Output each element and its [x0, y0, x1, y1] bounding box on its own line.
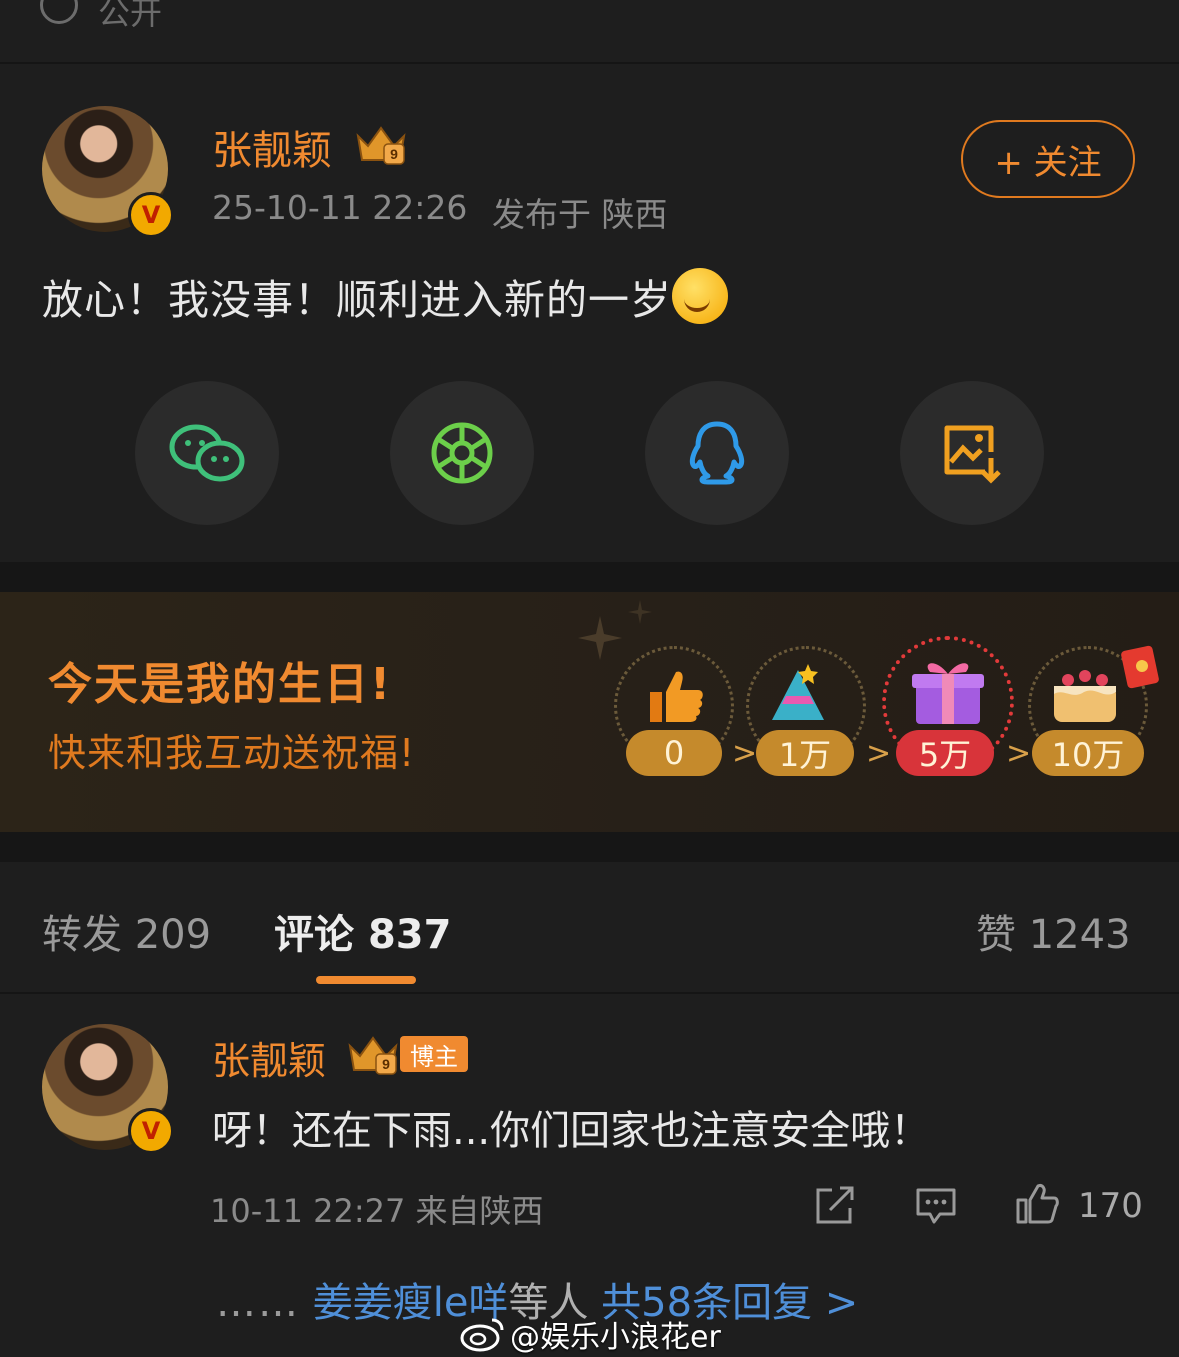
post-author-name[interactable]: 张靓颖 [212, 118, 332, 176]
follow-button[interactable]: + 关注 [961, 120, 1135, 198]
milestone-1-label: 1万 [756, 730, 854, 776]
save-image-icon [944, 425, 1001, 484]
tab-repost-count: 209 [134, 912, 212, 958]
section-divider [0, 562, 1179, 592]
svg-text:9: 9 [390, 146, 398, 162]
comment-like-count: 170 [1078, 1186, 1143, 1226]
milestone-2-label: 5万 [896, 730, 994, 776]
watermark-text: @娱乐小浪花er [510, 1320, 721, 1355]
share-icon[interactable] [814, 1186, 856, 1226]
gift-box-icon [912, 663, 984, 724]
milestone-0-label: 0 [626, 730, 722, 776]
share-wechat-button[interactable] [135, 381, 279, 525]
post-location: 发布于 陕西 [492, 195, 668, 234]
tab-like-count: 1243 [1028, 912, 1131, 958]
comment-text: 呀！还在下雨...你们回家也注意安全哦！ [212, 1108, 931, 1154]
author-badge: 博主 [400, 1036, 468, 1072]
tab-like[interactable]: 赞 1243 [976, 902, 1131, 960]
watermark: @娱乐小浪花er [460, 1312, 721, 1356]
weibo-logo-icon [460, 1318, 504, 1352]
reply-dots: …… [216, 1280, 300, 1326]
post-text: 放心！我没事！顺利进入新的一岁 [42, 266, 728, 326]
cake-icon [1054, 670, 1116, 722]
verified-badge-icon: V [128, 192, 174, 238]
tab-comment[interactable]: 评论 837 [274, 902, 451, 960]
comment-author-name[interactable]: 张靓颖 [212, 1030, 326, 1085]
share-moments-button[interactable] [390, 381, 534, 525]
birthday-title: 今天是我的生日! [48, 659, 393, 710]
crown-level-icon: 9 [356, 126, 406, 165]
red-packet-icon [1121, 645, 1159, 689]
milestone-arrow: > [866, 736, 892, 771]
comment-meta: 10-11 22:27 来自陕西 [210, 1192, 544, 1230]
tab-repost-label: 转发 [42, 912, 122, 958]
milestone-3-label: 10万 [1032, 730, 1144, 776]
post-text-content: 放心！我没事！顺利进入新的一岁 [42, 276, 672, 324]
milestone-arrow: > [1006, 736, 1032, 771]
tab-bar-divider [0, 992, 1179, 994]
share-qq-button[interactable] [645, 381, 789, 525]
globe-icon [40, 0, 78, 24]
moments-icon [431, 422, 493, 484]
active-tab-indicator [316, 976, 416, 984]
thumbs-up-icon [650, 671, 703, 722]
tab-comment-count: 837 [367, 912, 452, 958]
save-image-button[interactable] [900, 381, 1044, 525]
qq-icon [689, 421, 745, 485]
wechat-icon [169, 424, 245, 482]
tab-like-label: 赞 [976, 912, 1016, 958]
visibility-label: 公开 [98, 0, 163, 32]
comment-icon[interactable] [914, 1186, 958, 1226]
tab-comment-label: 评论 [274, 912, 354, 958]
verified-badge-icon: V [128, 1108, 174, 1154]
section-divider [0, 832, 1179, 862]
like-icon[interactable] [1014, 1182, 1060, 1226]
party-hat-icon [772, 664, 824, 720]
milestone-arrow: > [732, 736, 758, 771]
wink-face-emoji-icon [672, 268, 728, 324]
birthday-subtitle: 快来和我互动送祝福! [48, 731, 416, 775]
visibility-bar: 公开 [0, 0, 1179, 64]
post-timestamp: 25-10-11 22:26 [212, 188, 468, 227]
svg-text:9: 9 [382, 1056, 390, 1072]
crown-level-icon: 9 [348, 1036, 398, 1075]
tab-repost[interactable]: 转发 209 [42, 902, 211, 960]
